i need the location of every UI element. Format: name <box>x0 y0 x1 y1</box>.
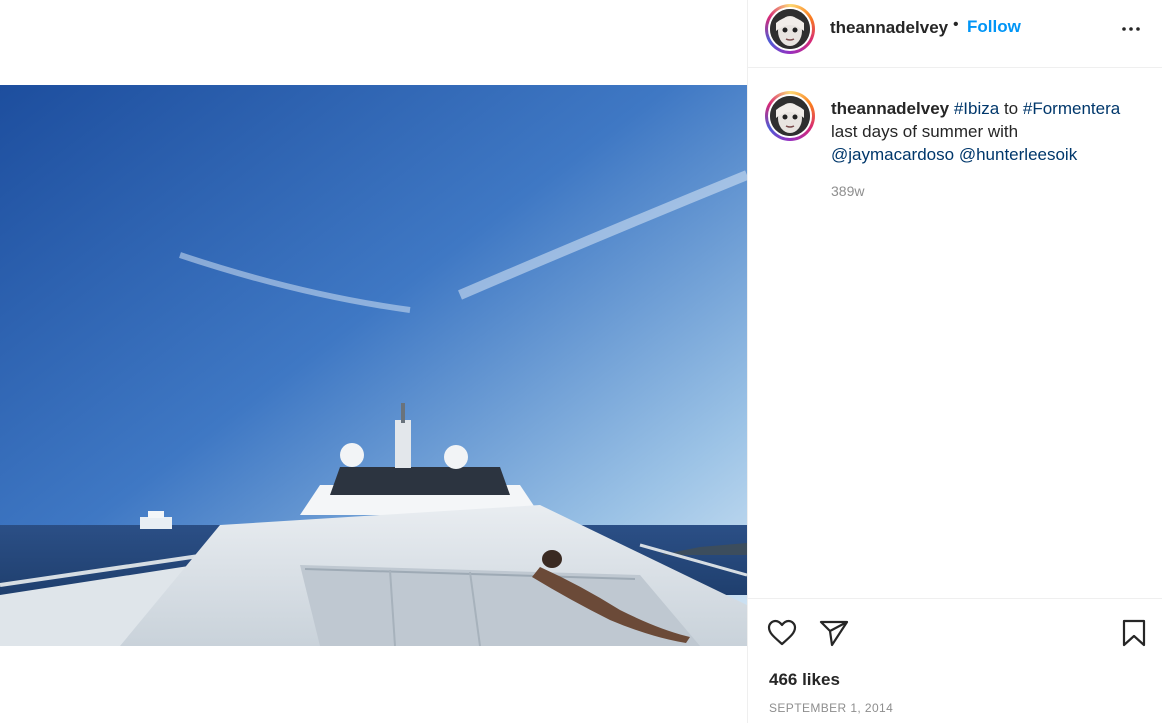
post-photo[interactable] <box>0 85 747 646</box>
post-side-panel: theannadelvey • Follow theannadelvey #Ib… <box>747 0 1162 723</box>
post-date[interactable]: SEPTEMBER 1, 2014 <box>769 701 893 715</box>
profile-picture-icon <box>770 9 810 49</box>
mention-link[interactable]: @hunterleesoik <box>959 145 1077 164</box>
caption-username[interactable]: theannadelvey <box>831 99 949 118</box>
action-bar <box>748 598 1162 666</box>
yacht-photo-illustration <box>0 85 747 646</box>
hashtag-link[interactable]: #Formentera <box>1023 99 1120 118</box>
send-icon[interactable] <box>818 617 850 649</box>
follow-button[interactable]: Follow <box>967 17 1021 37</box>
caption-text: theannadelvey #Ibiza to #Formentera last… <box>831 97 1151 166</box>
post-header: theannadelvey • Follow <box>748 0 1162 68</box>
media-pane <box>0 0 747 723</box>
avatar[interactable] <box>765 4 815 54</box>
hashtag-link[interactable]: #Ibiza <box>954 99 999 118</box>
post-author-username[interactable]: theannadelvey <box>830 18 948 38</box>
profile-picture-icon <box>770 96 810 136</box>
caption-avatar[interactable] <box>765 91 815 141</box>
caption-timestamp[interactable]: 389w <box>831 183 864 199</box>
separator-dot: • <box>953 16 959 33</box>
caption-word: to <box>1003 99 1019 118</box>
caption-body: last days of summer with <box>831 122 1019 141</box>
bookmark-icon[interactable] <box>1118 617 1150 649</box>
heart-icon[interactable] <box>766 617 798 649</box>
mention-link[interactable]: @jaymacardoso <box>831 145 954 164</box>
likes-count[interactable]: 466 likes <box>769 670 840 690</box>
more-options-icon[interactable] <box>1119 17 1143 41</box>
